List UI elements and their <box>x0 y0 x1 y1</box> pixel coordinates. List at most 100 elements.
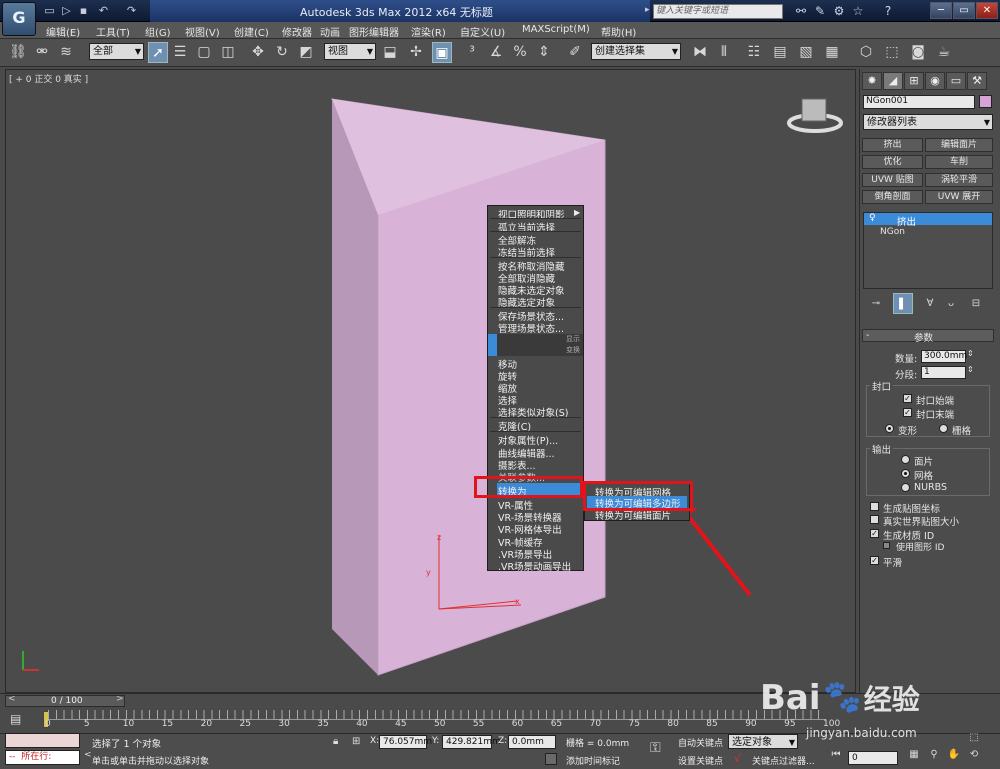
go-to-start-icon[interactable]: ⏮ <box>826 747 846 763</box>
key-filters-button[interactable]: 关键点过滤器... <box>752 754 815 767</box>
cap-start-checkbox[interactable]: ✓ <box>903 394 912 403</box>
stack-item-ngon[interactable]: NGon <box>880 227 905 237</box>
nurbs-radio[interactable] <box>901 483 910 492</box>
selected-object-dropdown[interactable]: 选定对象 <box>728 734 798 750</box>
motion-tab-icon[interactable]: ◉ <box>925 72 945 90</box>
menu-create[interactable]: 创建(C) <box>234 24 269 39</box>
key-icon[interactable]: ⚿ <box>650 740 661 756</box>
render-setup-icon[interactable]: ⬚ <box>882 42 902 63</box>
mod-btn-bevel-profile[interactable]: 倒角剖面 <box>862 190 923 204</box>
real-world-checkbox[interactable] <box>870 515 879 524</box>
segments-spinner[interactable]: 1 <box>921 366 966 379</box>
smooth-checkbox[interactable]: ✓ <box>870 556 879 565</box>
pivot-center-icon[interactable]: ⬓ <box>380 42 400 63</box>
maxscript-listener[interactable] <box>5 733 80 748</box>
snap-3-icon[interactable]: ³ <box>462 42 482 63</box>
cm-vr-scene-anim-export[interactable]: .VR场景动画导出 <box>498 559 571 573</box>
percent-snap-icon[interactable]: % <box>510 42 530 63</box>
exchange-icon[interactable]: ⚙ <box>831 4 847 19</box>
named-selection-dropdown[interactable]: 创建选择集 <box>591 43 681 60</box>
binoculars-icon[interactable]: ⚯ <box>793 4 809 19</box>
listener-arrow-icon[interactable]: < <box>84 750 92 760</box>
amount-spinner[interactable]: 300.0mm <box>921 350 967 363</box>
gen-mat-checkbox[interactable]: ✓ <box>870 529 879 538</box>
zoom-icon[interactable]: ⚲ <box>924 747 944 763</box>
hierarchy-tab-icon[interactable]: ⊞ <box>904 72 924 90</box>
search-arrow-icon[interactable]: ▸ <box>645 5 650 15</box>
add-time-tag[interactable]: 添加时间标记 <box>566 754 620 767</box>
mod-btn-extrude[interactable]: 挤出 <box>862 138 923 152</box>
schematic-view-icon[interactable]: ▦ <box>822 42 842 63</box>
rotate-icon[interactable]: ↻ <box>272 42 292 63</box>
menu-rendering[interactable]: 渲染(R) <box>411 24 446 39</box>
select-manipulate-icon[interactable]: ✢ <box>406 42 426 63</box>
save-icon[interactable]: ▪ <box>76 3 91 18</box>
menu-graph-editors[interactable]: 图形编辑器 <box>349 24 399 39</box>
x-coordinate-field[interactable]: 76.057mm <box>379 735 432 749</box>
align-icon[interactable]: ⫴ <box>714 42 734 63</box>
configure-sets-icon[interactable]: ⊟ <box>966 293 986 314</box>
angle-snap-icon[interactable]: ∡ <box>486 42 506 63</box>
move-icon[interactable]: ✥ <box>248 42 268 63</box>
keyboard-shortcut-icon[interactable]: ▣ <box>432 42 452 63</box>
menu-views[interactable]: 视图(V) <box>185 24 220 39</box>
menu-tools[interactable]: 工具(T) <box>96 24 130 39</box>
zoom-extents-icon[interactable]: ⬚ <box>964 730 984 746</box>
spinner-snap-icon[interactable]: ⇕ <box>534 42 554 63</box>
layer-manager-icon[interactable]: ☷ <box>744 42 764 63</box>
rendered-frame-icon[interactable]: ◙ <box>908 42 928 63</box>
menu-edit[interactable]: 编辑(E) <box>46 24 80 39</box>
cm-manage-scene-states[interactable]: 管理场景状态... <box>498 321 564 335</box>
cm-vr-mesh-export[interactable]: VR-网格体导出 <box>498 522 562 536</box>
slider-right-arrow-icon[interactable]: > <box>116 694 124 704</box>
tools-icon[interactable]: ✎ <box>812 4 828 19</box>
menu-modifiers[interactable]: 修改器 <box>282 24 312 39</box>
app-logo-icon[interactable]: G <box>2 2 36 36</box>
open-file-icon[interactable]: ▷ <box>59 3 74 18</box>
key-filters-icon[interactable]: √ <box>734 752 741 765</box>
grid-radio[interactable] <box>939 424 948 433</box>
pin-stack-icon[interactable]: ⊸ <box>866 293 886 314</box>
new-file-icon[interactable]: ▭ <box>42 3 57 18</box>
undo-icon[interactable]: ↶ <box>96 3 111 18</box>
light-bulb-icon[interactable]: ♀ <box>869 213 876 223</box>
close-icon[interactable]: ✕ <box>976 2 998 19</box>
menu-maxscript[interactable]: MAXScript(M) <box>522 24 590 35</box>
remove-modifier-icon[interactable]: ᴗ <box>941 293 961 314</box>
unlink-icon[interactable]: ⚮ <box>32 42 52 63</box>
use-shape-checkbox[interactable] <box>883 542 890 549</box>
mod-btn-edit-patch[interactable]: 编辑面片 <box>925 138 993 152</box>
show-end-result-icon[interactable]: ▌ <box>893 293 913 314</box>
object-color-swatch[interactable] <box>979 95 992 108</box>
patch-radio[interactable] <box>901 455 910 464</box>
absolute-mode-icon[interactable]: ⊞ <box>352 736 360 747</box>
reference-coord-dropdown[interactable]: 视图 <box>324 43 376 60</box>
object-name-field[interactable]: NGon001 <box>863 95 975 109</box>
minimize-button[interactable]: ─ <box>930 2 952 19</box>
select-by-name-icon[interactable]: ☰ <box>170 42 190 63</box>
curve-editor-icon[interactable]: ▧ <box>796 42 816 63</box>
morph-radio[interactable] <box>885 424 894 433</box>
bind-spacewarp-icon[interactable]: ≋ <box>56 42 76 63</box>
z-coordinate-field[interactable]: 0.0mm <box>508 735 556 749</box>
spinner-arrows-icon[interactable]: ⇕ <box>967 365 974 374</box>
cm-object-properties[interactable]: 对象属性(P)... <box>498 433 558 447</box>
display-tab-icon[interactable]: ▭ <box>946 72 966 90</box>
modify-tab-icon[interactable]: ◢ <box>883 72 903 90</box>
material-editor-icon[interactable]: ⬡ <box>856 42 876 63</box>
make-unique-icon[interactable]: ∀ <box>920 293 940 314</box>
y-coordinate-field[interactable]: 429.821mm <box>442 735 501 749</box>
menu-group[interactable]: 组(G) <box>145 24 171 39</box>
mod-btn-lathe[interactable]: 车削 <box>925 155 993 169</box>
stack-item-extrude[interactable]: 挤出 <box>897 214 916 228</box>
orbit-icon[interactable]: ⟲ <box>964 747 984 763</box>
lock-icon[interactable]: 🔒︎ <box>333 736 338 747</box>
mod-btn-uvw-map[interactable]: UVW 贴图 <box>862 173 923 187</box>
redo-icon[interactable]: ↷ <box>124 3 139 18</box>
gen-map-checkbox[interactable] <box>870 502 879 511</box>
cap-end-checkbox[interactable]: ✓ <box>903 408 912 417</box>
restore-button[interactable]: ▭ <box>953 2 975 19</box>
modifier-list-dropdown[interactable]: 修改器列表 <box>863 114 993 130</box>
search-input[interactable]: 键入关键字或短语 <box>653 4 783 19</box>
mesh-radio[interactable] <box>901 469 910 478</box>
